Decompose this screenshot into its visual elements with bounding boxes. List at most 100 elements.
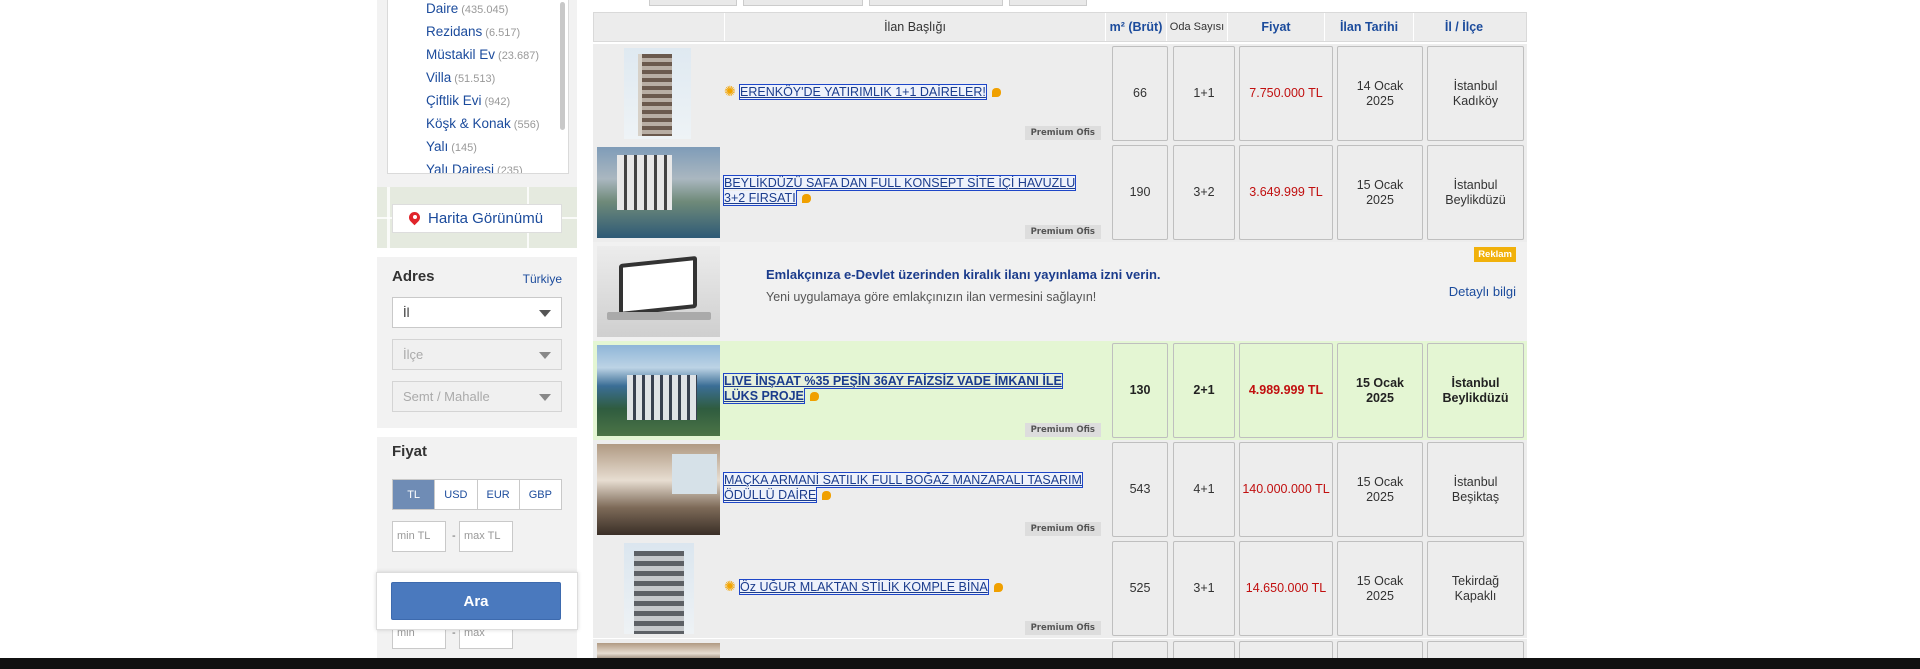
header-price[interactable]: Fiyat — [1228, 13, 1324, 41]
date-cell: 14 Ocak 2025 — [1337, 46, 1423, 141]
currency-usd-button[interactable]: USD — [435, 480, 478, 509]
view-tab[interactable] — [869, 0, 1003, 6]
max-price-input[interactable]: max TL — [459, 521, 513, 552]
search-button-panel: Ara — [376, 572, 578, 630]
ad-badge: Reklam — [1474, 247, 1516, 262]
category-item-mustakil-ev[interactable]: Müstakil Ev (23.687) — [426, 46, 568, 69]
listing-title-link[interactable]: BEYLİKDÜZÜ SAFA DAN FULL KONSEPT SİTE İÇ… — [722, 175, 1094, 206]
date-cell: 15 Ocak 2025 — [1337, 343, 1423, 438]
map-view-button[interactable]: Harita Görünümü — [392, 204, 562, 233]
rooms-cell: 3+2 — [1173, 145, 1235, 240]
header-area[interactable]: m² (Brüt) — [1106, 13, 1166, 41]
premium-office-badge: Premium Ofis — [1024, 126, 1101, 140]
listing-title-cell: LIVE İNŞAAT %35 PEŞİN 36AY FAİZSİZ VADE … — [723, 341, 1104, 440]
message-icon — [991, 88, 1001, 97]
location-cell: Tekirdağ Kapaklı — [1427, 541, 1524, 636]
listing-thumbnail[interactable] — [597, 444, 720, 535]
listing-title-link[interactable]: LIVE İNŞAAT %35 PEŞİN 36AY FAİZSİZ VADE … — [723, 373, 1094, 404]
view-tab[interactable] — [743, 0, 863, 6]
table-row[interactable]: MAÇKA ARMANİ SATILIK FULL BOĞAZ MANZARAL… — [593, 440, 1527, 539]
ad-details-link[interactable]: Detaylı bilgi — [1449, 284, 1516, 299]
address-title: Adres — [392, 268, 435, 285]
rooms-cell: 2+1 — [1173, 343, 1235, 438]
category-item-rezidans[interactable]: Rezidans (6.517) — [426, 23, 568, 46]
ad-thumbnail[interactable] — [597, 246, 720, 337]
table-row[interactable]: BEYLİKDÜZÜ SAFA DAN FULL KONSEPT SİTE İÇ… — [593, 143, 1527, 242]
header-title[interactable]: İlan Başlığı — [725, 13, 1105, 41]
table-row[interactable]: ✺ ERENKÖY'DE YATIRIMLIK 1+1 DAİRELER! Pr… — [593, 44, 1527, 143]
price-cell: 140.000.000 TL — [1239, 442, 1333, 537]
header-date[interactable]: İlan Tarihi — [1325, 13, 1413, 41]
listing-title-cell: ✺ Öz UĞUR MLAKTAN STİLİK KOMPLE BİNA Pre… — [724, 539, 1104, 638]
category-item-kosk-konak[interactable]: Köşk & Konak (556) — [426, 115, 568, 138]
category-item-villa[interactable]: Villa (51.513) — [426, 69, 568, 92]
listing-title-link[interactable]: ERENKÖY'DE YATIRIMLIK 1+1 DAİRELER! — [739, 84, 1001, 100]
currency-tl-button[interactable]: TL — [393, 480, 436, 509]
ilce-select[interactable]: İlçe — [392, 339, 562, 370]
listing-title-cell: BEYLİKDÜZÜ SAFA DAN FULL KONSEPT SİTE İÇ… — [722, 143, 1104, 242]
message-icon — [801, 194, 811, 203]
semt-mahalle-select[interactable]: Semt / Mahalle — [392, 381, 562, 412]
price-title: Fiyat — [392, 443, 428, 460]
location-cell: İstanbul Beylikdüzü — [1427, 145, 1524, 240]
category-item-ciftlik-evi[interactable]: Çiftlik Evi (942) — [426, 92, 568, 115]
currency-toggle: TL USD EUR GBP — [392, 479, 562, 510]
listing-thumbnail[interactable] — [597, 147, 720, 238]
il-select[interactable]: İl — [392, 297, 562, 328]
section-divider — [377, 428, 577, 437]
category-item-daire[interactable]: Daire (435.045) — [426, 0, 568, 23]
ad-photo-detail — [607, 312, 711, 320]
listing-photo — [597, 444, 720, 535]
premium-office-badge: Premium Ofis — [1024, 522, 1101, 536]
view-tab[interactable] — [1009, 0, 1087, 6]
listing-title-cell: ✺ ERENKÖY'DE YATIRIMLIK 1+1 DAİRELER! Pr… — [724, 44, 1104, 143]
premium-office-badge: Premium Ofis — [1024, 423, 1101, 437]
listing-photo — [597, 345, 720, 436]
category-list-scrollbar[interactable] — [560, 2, 565, 130]
listing-photo — [624, 543, 694, 634]
ad-photo-detail — [619, 255, 697, 317]
search-button[interactable]: Ara — [391, 582, 561, 620]
ad-description: Yeni uygulamaya göre emlakçınızın ilan v… — [766, 290, 1097, 304]
filter-sidebar: Daire (435.045) Rezidans (6.517) Müstakil … — [377, 0, 577, 669]
listing-thumbnail[interactable] — [597, 345, 720, 436]
area-cell: 130 — [1112, 343, 1168, 438]
header-location[interactable]: İl / İlçe — [1414, 13, 1514, 41]
min-price-input[interactable]: min TL — [392, 521, 446, 552]
listing-thumbnail[interactable] — [597, 543, 720, 634]
listing-title-link[interactable]: Öz UĞUR MLAKTAN STİLİK KOMPLE BİNA — [739, 579, 1003, 595]
listing-title-link[interactable]: MAÇKA ARMANİ SATILIK FULL BOĞAZ MANZARAL… — [723, 472, 1094, 503]
table-header: İlan Başlığı m² (Brüt) Oda Sayısı Fiyat … — [593, 12, 1527, 42]
country-link[interactable]: Türkiye — [523, 272, 562, 286]
ad-title[interactable]: Emlakçınıza e-Devlet üzerinden kiralık i… — [766, 267, 1161, 282]
rooms-cell: 1+1 — [1173, 46, 1235, 141]
map-view-box[interactable]: Harita Görünümü — [377, 187, 577, 248]
section-divider — [377, 248, 577, 257]
location-pin-icon — [409, 212, 420, 226]
range-dash: - — [452, 530, 456, 542]
rooms-cell: 4+1 — [1173, 442, 1235, 537]
ad-photo — [597, 246, 720, 337]
category-item-yali[interactable]: Yalı (145) — [426, 138, 568, 161]
currency-gbp-button[interactable]: GBP — [520, 480, 561, 509]
category-item-yali-dairesi[interactable]: Yalı Dairesi (235) — [426, 161, 568, 173]
view-tab[interactable] — [649, 0, 737, 6]
ad-row[interactable]: Emlakçınıza e-Devlet üzerinden kiralık i… — [593, 242, 1527, 341]
header-rooms[interactable]: Oda Sayısı — [1167, 13, 1227, 41]
message-icon — [993, 583, 1003, 592]
area-cell: 543 — [1112, 442, 1168, 537]
category-list: Daire (435.045) Rezidans (6.517) Müstakil … — [388, 0, 568, 173]
chevron-down-icon — [539, 394, 551, 401]
address-filter: Adres Türkiye İl İlçe Semt / Mahalle — [377, 257, 577, 428]
currency-eur-button[interactable]: EUR — [478, 480, 520, 509]
area-cell: 66 — [1112, 46, 1168, 141]
location-cell: İstanbul Kadıköy — [1427, 46, 1524, 141]
price-cell: 7.750.000 TL — [1239, 46, 1333, 141]
table-row[interactable]: LIVE İNŞAAT %35 PEŞİN 36AY FAİZSİZ VADE … — [593, 341, 1527, 440]
listing-photo — [597, 147, 720, 238]
listing-photo — [624, 48, 691, 139]
table-row[interactable]: ✺ Öz UĞUR MLAKTAN STİLİK KOMPLE BİNA Pre… — [593, 539, 1527, 638]
message-icon — [809, 392, 819, 401]
listing-thumbnail[interactable] — [597, 48, 720, 139]
rooms-cell: 3+1 — [1173, 541, 1235, 636]
